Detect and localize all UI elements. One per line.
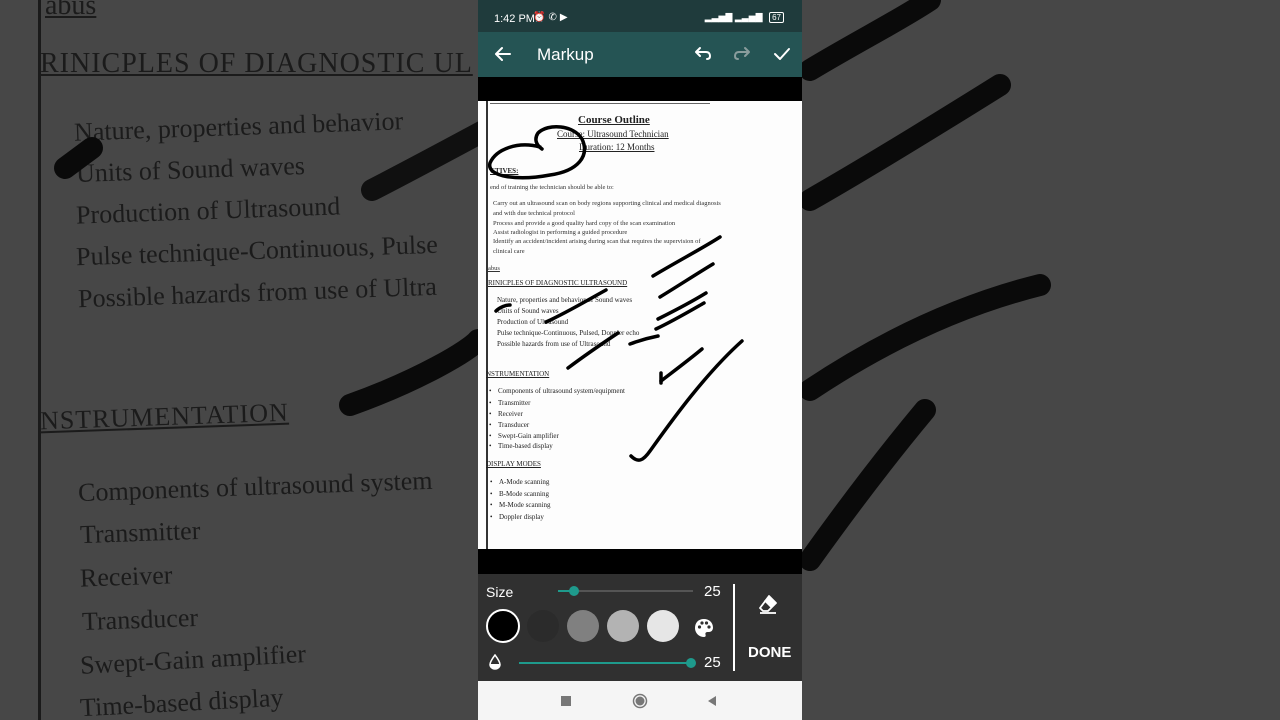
battery-icon: 67 xyxy=(769,12,784,23)
panel-divider xyxy=(733,584,735,671)
swatch-gray[interactable] xyxy=(567,610,599,642)
back-button[interactable] xyxy=(490,40,516,68)
swatch-black[interactable] xyxy=(486,609,520,643)
swatch-light-gray[interactable] xyxy=(607,610,639,642)
phone-screen: 1:42 PM ⏰✆▶ ▂▃▅▇ ▂▃▅▇ 67 Markup Course O… xyxy=(478,0,802,720)
palette-icon[interactable] xyxy=(693,617,715,639)
brush-tool-panel: Size 25 25 DONE xyxy=(478,574,802,681)
status-right: ▂▃▅▇ ▂▃▅▇ 67 xyxy=(705,12,784,23)
status-notification-icons: ⏰✆▶ xyxy=(533,12,571,23)
status-bar: 1:42 PM ⏰✆▶ ▂▃▅▇ ▂▃▅▇ 67 xyxy=(478,0,802,32)
square-icon xyxy=(561,696,571,706)
opacity-slider-thumb[interactable] xyxy=(686,658,696,668)
opacity-value: 25 xyxy=(704,654,721,671)
status-time: 1:42 PM xyxy=(494,13,535,25)
arrow-left-icon xyxy=(495,47,511,61)
circle-icon xyxy=(632,693,648,709)
system-nav-bar xyxy=(478,681,802,720)
redo-icon xyxy=(733,47,750,60)
opacity-drop-icon xyxy=(489,654,501,670)
home-button[interactable] xyxy=(628,689,652,713)
redo-button[interactable] xyxy=(728,40,756,68)
app-bar: Markup xyxy=(478,32,802,77)
size-label: Size xyxy=(486,584,514,600)
done-button[interactable]: DONE xyxy=(748,644,791,661)
page-title: Markup xyxy=(537,45,594,64)
eraser-icon[interactable] xyxy=(757,593,779,615)
undo-icon xyxy=(695,47,712,60)
size-slider-thumb[interactable] xyxy=(569,586,580,596)
recents-button[interactable] xyxy=(554,689,578,713)
confirm-button[interactable] xyxy=(768,40,796,68)
triangle-back-icon xyxy=(708,696,716,706)
markup-strokes xyxy=(488,125,744,462)
opacity-slider-track[interactable] xyxy=(519,662,691,664)
swatch-dark-gray[interactable] xyxy=(527,610,559,642)
swatch-white[interactable] xyxy=(647,610,679,642)
check-icon xyxy=(774,48,790,60)
back-nav-button[interactable] xyxy=(700,689,724,713)
signal-icon: ▂▃▅▇ ▂▃▅▇ xyxy=(704,12,763,22)
size-value: 25 xyxy=(704,583,721,600)
markup-canvas[interactable]: Course Outline Course: Ultrasound Techni… xyxy=(478,77,802,574)
document-page[interactable]: Course Outline Course: Ultrasound Techni… xyxy=(478,101,802,549)
undo-button[interactable] xyxy=(689,40,717,68)
